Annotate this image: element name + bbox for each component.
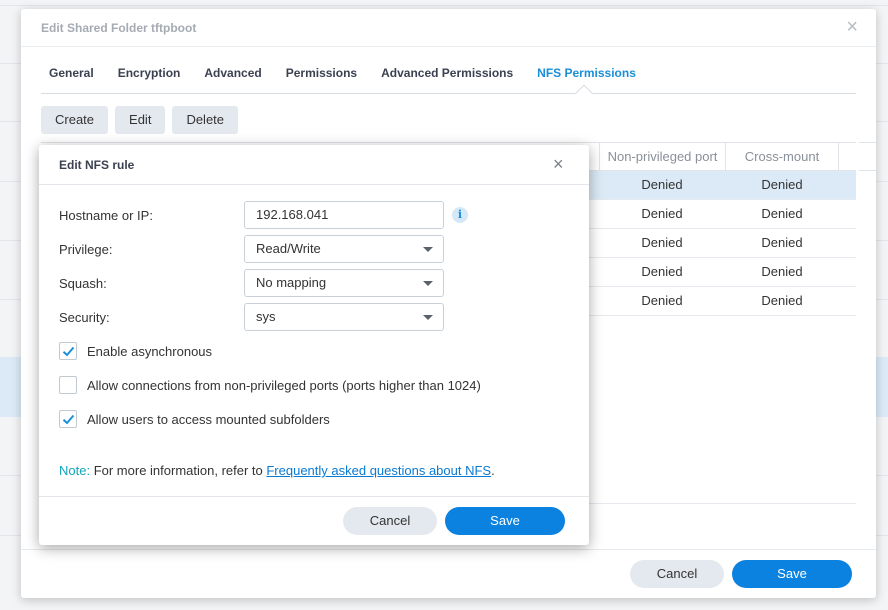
checkmark-icon <box>62 346 75 357</box>
chevron-down-icon <box>423 247 433 252</box>
cell-non-privileged-port: Denied <box>641 206 683 221</box>
non-privileged-ports-label: Allow connections from non-privileged po… <box>87 378 481 393</box>
privilege-label: Privilege: <box>59 242 113 257</box>
mounted-subfolders-checkbox[interactable] <box>59 410 77 428</box>
tab-bar: General Encryption Advanced Permissions … <box>49 66 660 80</box>
tab-permissions[interactable]: Permissions <box>286 66 357 80</box>
tab-advanced[interactable]: Advanced <box>204 66 261 80</box>
note-suffix: . <box>491 463 495 478</box>
privilege-value: Read/Write <box>256 241 321 256</box>
cell-cross-mount: Denied <box>761 264 803 279</box>
squash-value: No mapping <box>256 275 327 290</box>
tab-nfs-permissions[interactable]: NFS Permissions <box>537 66 636 80</box>
note-text: For more information, refer to <box>90 463 267 478</box>
dialog-cancel-button[interactable]: Cancel <box>343 507 437 535</box>
window-save-button[interactable]: Save <box>732 560 852 588</box>
mounted-subfolders-label: Allow users to access mounted subfolders <box>87 412 330 427</box>
window-title: Edit Shared Folder tftpboot <box>41 21 197 35</box>
tab-advanced-permissions[interactable]: Advanced Permissions <box>381 66 513 80</box>
dialog-title: Edit NFS rule <box>59 158 135 172</box>
nfs-toolbar: Create Edit Delete <box>41 106 245 134</box>
cell-non-privileged-port: Denied <box>641 177 683 192</box>
nfs-faq-link[interactable]: Frequently asked questions about NFS <box>266 463 491 478</box>
dialog-title-divider <box>39 184 589 185</box>
cell-non-privileged-port: Denied <box>641 293 683 308</box>
edit-nfs-rule-dialog: Edit NFS rule × Hostname or IP: 192.168.… <box>39 145 589 545</box>
tab-underline <box>41 93 856 94</box>
cell-cross-mount: Denied <box>761 177 803 192</box>
security-select[interactable]: sys <box>244 303 444 331</box>
dialog-footer-divider <box>39 496 589 497</box>
cell-non-privileged-port: Denied <box>641 264 683 279</box>
delete-button[interactable]: Delete <box>172 106 239 134</box>
info-icon[interactable]: i <box>452 207 468 223</box>
enable-asynchronous-label: Enable asynchronous <box>87 344 213 359</box>
title-divider <box>21 46 876 47</box>
table-header-scroll-corner <box>859 142 876 171</box>
note-label: Note: <box>59 463 91 478</box>
privilege-select[interactable]: Read/Write <box>244 235 444 263</box>
cell-cross-mount: Denied <box>761 206 803 221</box>
column-header-non-privileged-port[interactable]: Non-privileged port <box>599 143 725 171</box>
security-label: Security: <box>59 310 110 325</box>
cell-cross-mount: Denied <box>761 293 803 308</box>
squash-select[interactable]: No mapping <box>244 269 444 297</box>
hostname-label: Hostname or IP: <box>59 208 153 223</box>
cell-cross-mount: Denied <box>761 235 803 250</box>
tab-general[interactable]: General <box>49 66 94 80</box>
create-button[interactable]: Create <box>41 106 109 134</box>
chevron-down-icon <box>423 281 433 286</box>
column-header-cross-mount[interactable]: Cross-mount <box>725 143 839 171</box>
checkmark-icon <box>62 414 75 425</box>
footer-divider <box>21 549 876 550</box>
nfs-note: Note: For more information, refer to Fre… <box>59 463 495 478</box>
background-row-divider <box>0 5 888 6</box>
security-value: sys <box>256 309 276 324</box>
window-close-icon[interactable]: × <box>846 17 858 37</box>
edit-button[interactable]: Edit <box>115 106 166 134</box>
dialog-save-button[interactable]: Save <box>445 507 565 535</box>
dialog-close-icon[interactable]: × <box>553 155 564 173</box>
window-cancel-button[interactable]: Cancel <box>630 560 724 588</box>
hostname-input[interactable]: 192.168.041 <box>244 201 444 229</box>
chevron-down-icon <box>423 315 433 320</box>
cell-non-privileged-port: Denied <box>641 235 683 250</box>
enable-asynchronous-checkbox[interactable] <box>59 342 77 360</box>
squash-label: Squash: <box>59 276 107 291</box>
non-privileged-ports-checkbox[interactable] <box>59 376 77 394</box>
tab-encryption[interactable]: Encryption <box>118 66 181 80</box>
active-tab-indicator <box>575 84 593 102</box>
